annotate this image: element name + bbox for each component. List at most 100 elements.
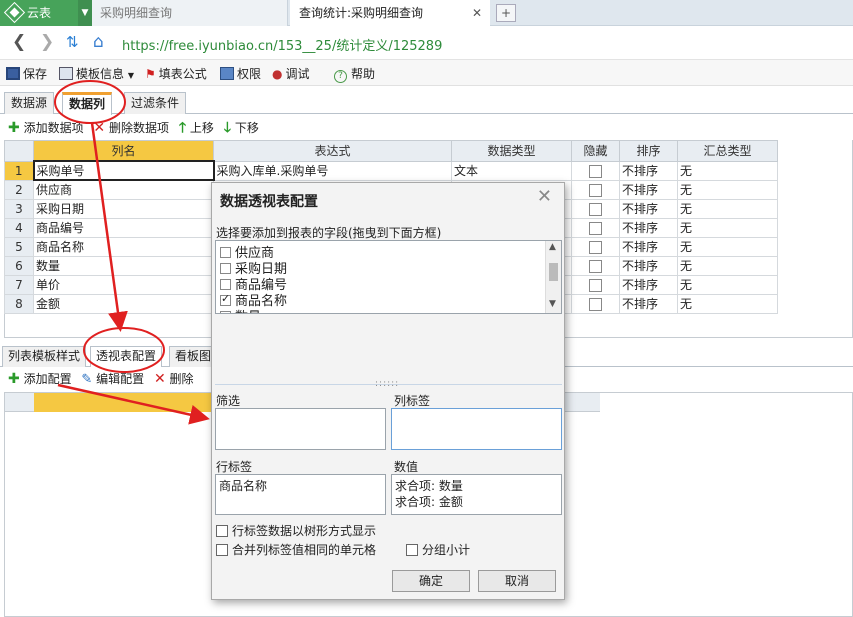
field-list[interactable]: 供应商采购日期商品编号商品名称数量 ▲ ▼: [215, 240, 562, 314]
sort-cell[interactable]: 不排序: [619, 236, 678, 257]
checkbox[interactable]: [220, 311, 231, 313]
tab-list-template-style[interactable]: 列表模板样式: [2, 346, 87, 367]
tab-filter-conditions[interactable]: 过滤条件: [124, 92, 187, 114]
hidden-checkbox-cell[interactable]: [571, 198, 620, 219]
row-drop-zone[interactable]: 商品名称: [215, 474, 386, 515]
checkbox[interactable]: [589, 278, 602, 292]
checkbox[interactable]: [589, 221, 602, 235]
column-name-cell[interactable]: 供应商: [33, 179, 214, 200]
group-subtotal-option[interactable]: 分组小计: [406, 541, 470, 558]
aggregate-type-cell[interactable]: 无: [677, 217, 778, 238]
delete-data-item-button[interactable]: ✕ 删除数据项: [93, 120, 169, 136]
browser-tab-purchase-query[interactable]: 采购明细查询: [92, 0, 288, 26]
tree-display-option[interactable]: 行标签数据以树形方式显示: [216, 522, 376, 539]
checkbox[interactable]: [589, 240, 602, 254]
sort-cell[interactable]: 不排序: [619, 274, 678, 295]
tab-data-columns[interactable]: 数据列: [62, 92, 113, 115]
fill-formula-button[interactable]: ⚑ 填表公式: [145, 65, 207, 82]
aggregate-type-cell[interactable]: 无: [677, 236, 778, 257]
url-text[interactable]: https://free.iyunbiao.cn/153__25/统计定义/12…: [122, 35, 442, 54]
checkbox[interactable]: [216, 544, 228, 556]
header-column-name[interactable]: 列名: [33, 140, 214, 162]
permission-button[interactable]: 权限: [220, 65, 261, 82]
aggregate-type-cell[interactable]: 无: [677, 255, 778, 276]
checkbox[interactable]: [589, 202, 602, 216]
tab-data-source[interactable]: 数据源: [4, 92, 55, 114]
checkbox[interactable]: [220, 263, 231, 274]
merge-cells-option[interactable]: 合并列标签值相同的单元格: [216, 541, 376, 558]
add-config-button[interactable]: ✚ 添加配置: [8, 371, 72, 387]
forward-arrow-icon[interactable]: ❯: [40, 32, 54, 52]
ok-button[interactable]: 确定: [392, 570, 470, 592]
scroll-thumb[interactable]: [549, 263, 558, 281]
aggregate-type-cell[interactable]: 无: [677, 160, 778, 181]
checkbox[interactable]: [220, 279, 231, 290]
filter-drop-zone[interactable]: [215, 408, 386, 450]
chevron-down-icon[interactable]: ▼: [78, 0, 92, 26]
config-grid-selected-header[interactable]: [34, 393, 214, 412]
new-tab-button[interactable]: +: [496, 4, 516, 22]
checkbox[interactable]: [589, 183, 602, 197]
column-name-cell[interactable]: 采购单号: [32, 160, 215, 181]
delete-config-button[interactable]: ✕ 删除: [154, 371, 194, 387]
header-data-type[interactable]: 数据类型: [451, 140, 572, 162]
header-expression[interactable]: 表达式: [213, 140, 452, 162]
field-list-item[interactable]: 数量: [220, 306, 261, 313]
value-drop-zone[interactable]: 求合项: 数量 求合项: 金额: [391, 474, 562, 515]
tab-pivot-config[interactable]: 透视表配置: [90, 346, 163, 367]
aggregate-type-cell[interactable]: 无: [677, 179, 778, 200]
debug-button[interactable]: ● 调试: [272, 65, 310, 82]
chevron-up-icon[interactable]: ▲: [549, 242, 556, 252]
back-arrow-icon[interactable]: ❮: [12, 32, 26, 52]
hidden-checkbox-cell[interactable]: [571, 236, 620, 257]
chevron-down-icon[interactable]: ▼: [549, 299, 556, 309]
sort-cell[interactable]: 不排序: [619, 160, 678, 181]
sort-cell[interactable]: 不排序: [619, 217, 678, 238]
value-item[interactable]: 求合项: 金额: [395, 493, 463, 510]
splitter-handle[interactable]: ::::::: [215, 379, 562, 389]
sort-cell[interactable]: 不排序: [619, 255, 678, 276]
checkbox[interactable]: [589, 259, 602, 273]
sort-cell[interactable]: 不排序: [619, 198, 678, 219]
column-drop-zone[interactable]: [391, 408, 562, 450]
tab-dashboard-chart[interactable]: 看板图: [169, 346, 218, 367]
sort-cell[interactable]: 不排序: [619, 179, 678, 200]
column-name-cell[interactable]: 金额: [33, 293, 214, 314]
home-icon[interactable]: ⌂: [93, 32, 104, 52]
sort-cell[interactable]: 不排序: [619, 293, 678, 314]
aggregate-type-cell[interactable]: 无: [677, 274, 778, 295]
checkbox[interactable]: [220, 292, 231, 306]
hidden-checkbox-cell[interactable]: [571, 274, 620, 295]
add-data-item-button[interactable]: ✚ 添加数据项: [8, 120, 84, 136]
hidden-checkbox-cell[interactable]: [571, 160, 620, 181]
checkbox[interactable]: [406, 544, 418, 556]
checkbox[interactable]: [589, 164, 602, 178]
column-name-cell[interactable]: 单价: [33, 274, 214, 295]
hidden-checkbox-cell[interactable]: [571, 179, 620, 200]
column-name-cell[interactable]: 商品编号: [33, 217, 214, 238]
data-type-cell[interactable]: 文本: [451, 160, 572, 181]
close-icon[interactable]: ✕: [472, 0, 482, 26]
save-button[interactable]: 保存: [6, 65, 47, 82]
table-row[interactable]: 1 采购单号 采购入库单.采购单号 文本 不排序无: [4, 160, 778, 181]
aggregate-type-cell[interactable]: 无: [677, 293, 778, 314]
header-sort[interactable]: 排序: [619, 140, 678, 162]
value-item[interactable]: 求合项: 数量: [395, 477, 463, 494]
help-button[interactable]: ? 帮助: [334, 65, 375, 83]
aggregate-type-cell[interactable]: 无: [677, 198, 778, 219]
hidden-checkbox-cell[interactable]: [571, 293, 620, 314]
column-name-cell[interactable]: 数量: [33, 255, 214, 276]
browser-tab-query-stats[interactable]: 查询统计:采购明细查询 ✕: [290, 0, 490, 26]
field-list-scrollbar[interactable]: ▲ ▼: [545, 241, 561, 313]
edit-config-button[interactable]: ✎ 编辑配置: [81, 372, 144, 387]
header-hidden[interactable]: 隐藏: [571, 140, 620, 162]
close-icon[interactable]: ✕: [537, 186, 552, 207]
move-down-button[interactable]: 🡓 下移: [224, 120, 259, 136]
app-menu-button[interactable]: 云表: [0, 0, 78, 26]
refresh-icon[interactable]: ⇅: [66, 33, 79, 51]
cancel-button[interactable]: 取消: [478, 570, 556, 592]
checkbox[interactable]: [216, 525, 228, 537]
header-aggregate-type[interactable]: 汇总类型: [677, 140, 778, 162]
template-info-button[interactable]: 模板信息 ▼: [59, 65, 134, 82]
row-item[interactable]: 商品名称: [219, 477, 267, 494]
